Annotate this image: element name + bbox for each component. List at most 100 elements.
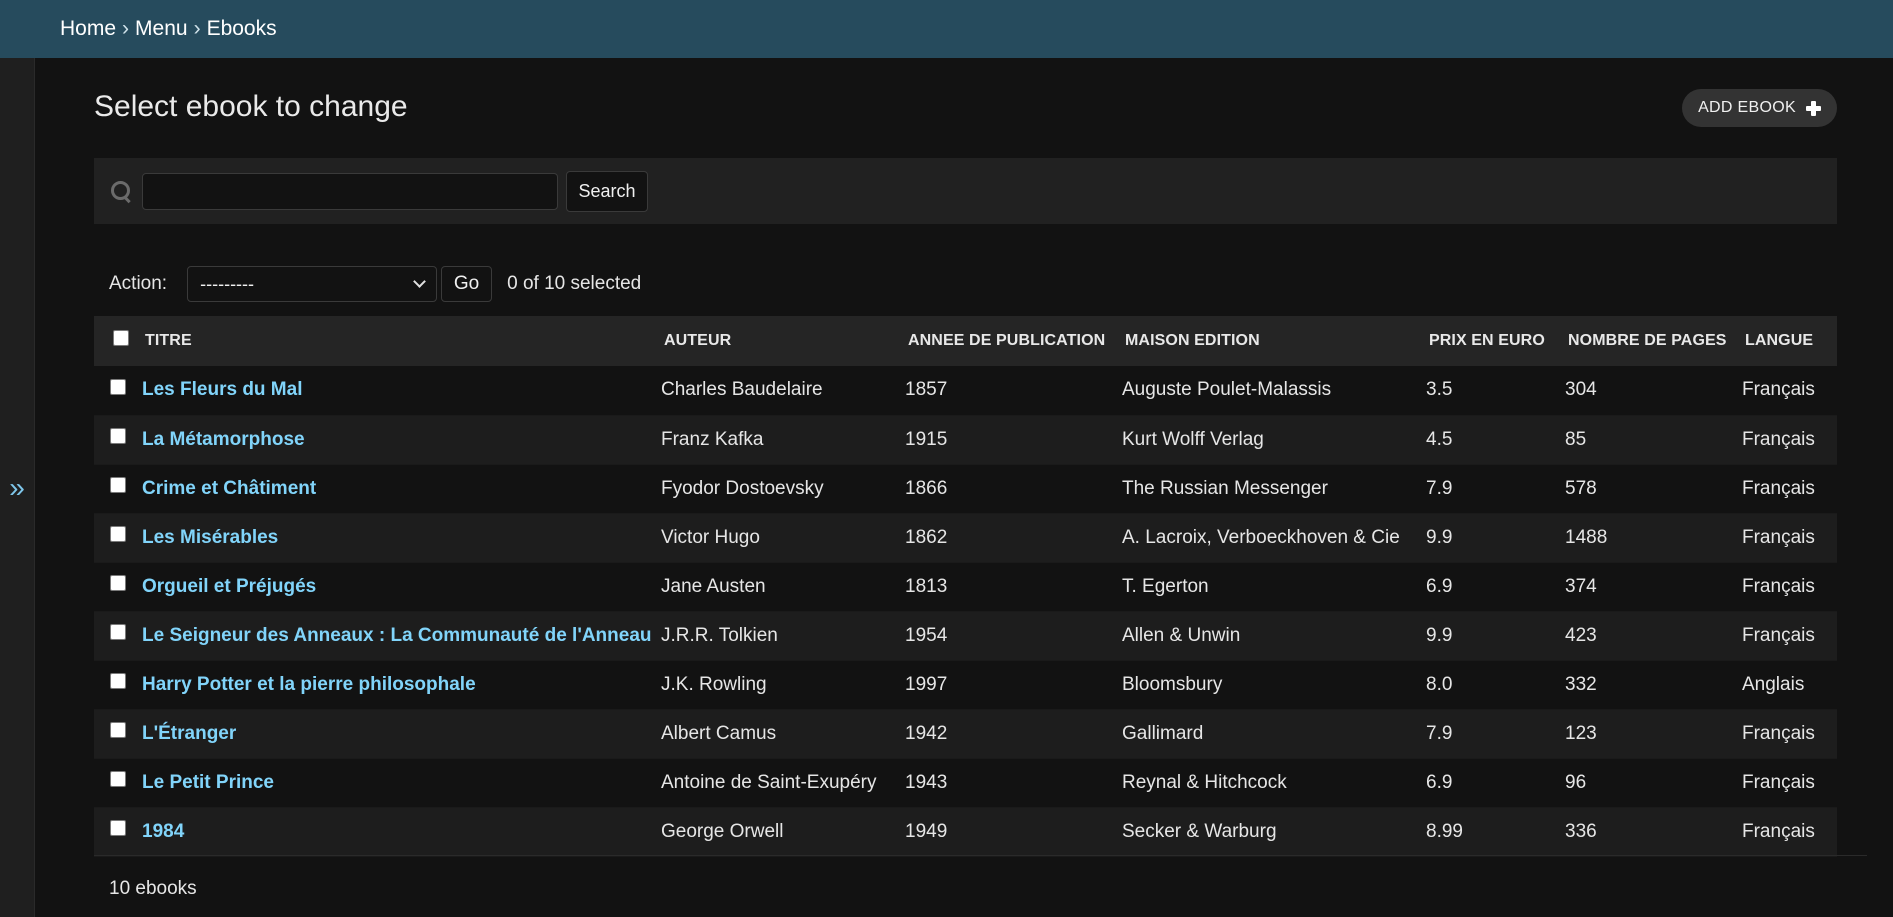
- ebook-link[interactable]: Le Seigneur des Anneaux : La Communauté …: [142, 625, 652, 646]
- plus-icon: [1805, 100, 1821, 116]
- row-checkbox[interactable]: [110, 820, 126, 837]
- column-header-annee[interactable]: ANNEE DE PUBLICATION: [904, 316, 1121, 366]
- row-select-cell: [94, 464, 141, 513]
- column-header-prix[interactable]: PRIX EN EURO: [1425, 316, 1564, 366]
- cell-year: 1997: [904, 660, 1121, 709]
- cell-pages: 1488: [1564, 513, 1741, 562]
- ebook-link[interactable]: Orgueil et Préjugés: [142, 576, 316, 597]
- cell-title: L'Étranger: [141, 709, 660, 758]
- cell-author: Charles Baudelaire: [660, 366, 904, 415]
- breadcrumb-separator: ›: [122, 17, 130, 40]
- row-select-cell: [94, 513, 141, 562]
- breadcrumb-menu-link[interactable]: Menu: [135, 17, 188, 41]
- cell-pages: 423: [1564, 611, 1741, 660]
- column-header-titre[interactable]: TITRE: [141, 316, 660, 366]
- cell-language: Français: [1741, 758, 1837, 807]
- cell-title: Le Seigneur des Anneaux : La Communauté …: [141, 611, 660, 660]
- cell-author: Victor Hugo: [660, 513, 904, 562]
- ebook-link[interactable]: Le Petit Prince: [142, 772, 274, 793]
- column-header-pages[interactable]: NOMBRE DE PAGES: [1564, 316, 1741, 366]
- page-title: Select ebook to change: [94, 90, 408, 123]
- cell-publisher: A. Lacroix, Verboeckhoven & Cie: [1121, 513, 1425, 562]
- cell-publisher: The Russian Messenger: [1121, 464, 1425, 513]
- ebook-link[interactable]: L'Étranger: [142, 723, 236, 744]
- cell-author: George Orwell: [660, 807, 904, 856]
- cell-price: 3.5: [1425, 366, 1564, 415]
- cell-price: 7.9: [1425, 464, 1564, 513]
- cell-language: Français: [1741, 464, 1837, 513]
- cell-language: Français: [1741, 709, 1837, 758]
- cell-price: 9.9: [1425, 611, 1564, 660]
- table-header-row: TITRE AUTEUR ANNEE DE PUBLICATION MAISON…: [94, 316, 1837, 366]
- cell-publisher: Auguste Poulet-Malassis: [1121, 366, 1425, 415]
- cell-price: 9.9: [1425, 513, 1564, 562]
- search-input[interactable]: [142, 172, 558, 210]
- cell-year: 1943: [904, 758, 1121, 807]
- cell-language: Français: [1741, 807, 1837, 856]
- results-table: TITRE AUTEUR ANNEE DE PUBLICATION MAISON…: [94, 316, 1837, 857]
- row-checkbox[interactable]: [110, 477, 126, 494]
- ebook-link[interactable]: Les Fleurs du Mal: [142, 379, 302, 400]
- cell-price: 4.5: [1425, 415, 1564, 464]
- ebook-link[interactable]: Harry Potter et la pierre philosophale: [142, 674, 476, 695]
- ebook-link[interactable]: Crime et Châtiment: [142, 478, 316, 499]
- add-ebook-button[interactable]: ADD EBOOK: [1682, 89, 1837, 127]
- row-checkbox[interactable]: [110, 624, 126, 641]
- column-header-maison[interactable]: MAISON EDITION: [1121, 316, 1425, 366]
- table-row: Le Petit Prince Antoine de Saint-Exupéry 1…: [94, 758, 1837, 807]
- cell-publisher: Allen & Unwin: [1121, 611, 1425, 660]
- row-checkbox[interactable]: [110, 526, 126, 543]
- cell-publisher: Kurt Wolff Verlag: [1121, 415, 1425, 464]
- breadcrumb-separator: ›: [193, 17, 201, 40]
- cell-language: Anglais: [1741, 660, 1837, 709]
- select-all-checkbox[interactable]: [113, 329, 129, 346]
- cell-author: J.K. Rowling: [660, 660, 904, 709]
- cell-title: La Métamorphose: [141, 415, 660, 464]
- search-bar: Search: [94, 158, 1837, 224]
- cell-language: Français: [1741, 562, 1837, 611]
- row-select-cell: [94, 611, 141, 660]
- table-row: Le Seigneur des Anneaux : La Communauté …: [94, 611, 1837, 660]
- cell-title: Le Petit Prince: [141, 758, 660, 807]
- chevron-down-icon: [413, 275, 426, 288]
- row-select-cell: [94, 807, 141, 856]
- action-label: Action:: [109, 273, 168, 294]
- column-header-auteur[interactable]: AUTEUR: [660, 316, 904, 366]
- cell-year: 1857: [904, 366, 1121, 415]
- table-row: La Métamorphose Franz Kafka 1915 Kurt Wolff…: [94, 415, 1837, 464]
- column-header-langue[interactable]: LANGUE: [1741, 316, 1837, 366]
- cell-author: Jane Austen: [660, 562, 904, 611]
- selected-count: 0 of 10 selected: [507, 273, 642, 294]
- table-row: Harry Potter et la pierre philosophale J.…: [94, 660, 1837, 709]
- cell-pages: 85: [1564, 415, 1741, 464]
- row-checkbox[interactable]: [110, 379, 126, 396]
- action-select-value: ---------: [200, 273, 255, 294]
- table-row: Les Fleurs du Mal Charles Baudelaire 1857 A…: [94, 366, 1837, 415]
- row-checkbox[interactable]: [110, 771, 126, 788]
- search-button[interactable]: Search: [566, 170, 648, 212]
- table-row: Crime et Châtiment Fyodor Dostoevsky 1866 T…: [94, 464, 1837, 513]
- sidebar-toggle-button[interactable]: »: [0, 58, 35, 917]
- main-content: Select ebook to change ADD EBOOK Search …: [94, 58, 1867, 917]
- cell-title: Les Misérables: [141, 513, 660, 562]
- cell-year: 1862: [904, 513, 1121, 562]
- row-checkbox[interactable]: [110, 428, 126, 445]
- table-row: Orgueil et Préjugés Jane Austen 1813 T. Ege…: [94, 562, 1837, 611]
- row-select-cell: [94, 709, 141, 758]
- ebook-link[interactable]: Les Misérables: [142, 527, 278, 548]
- cell-price: 7.9: [1425, 709, 1564, 758]
- row-select-cell: [94, 758, 141, 807]
- breadcrumb-home-link[interactable]: Home: [60, 17, 116, 41]
- cell-publisher: Gallimard: [1121, 709, 1425, 758]
- go-button[interactable]: Go: [441, 266, 493, 302]
- cell-price: 8.0: [1425, 660, 1564, 709]
- action-select[interactable]: ---------: [187, 266, 438, 302]
- cell-year: 1942: [904, 709, 1121, 758]
- row-checkbox[interactable]: [110, 575, 126, 592]
- table-row: 1984 George Orwell 1949 Secker & Warburg 8.9…: [94, 807, 1837, 856]
- row-checkbox[interactable]: [110, 673, 126, 690]
- ebook-link[interactable]: 1984: [142, 821, 184, 842]
- row-select-cell: [94, 562, 141, 611]
- row-checkbox[interactable]: [110, 722, 126, 739]
- ebook-link[interactable]: La Métamorphose: [142, 429, 305, 450]
